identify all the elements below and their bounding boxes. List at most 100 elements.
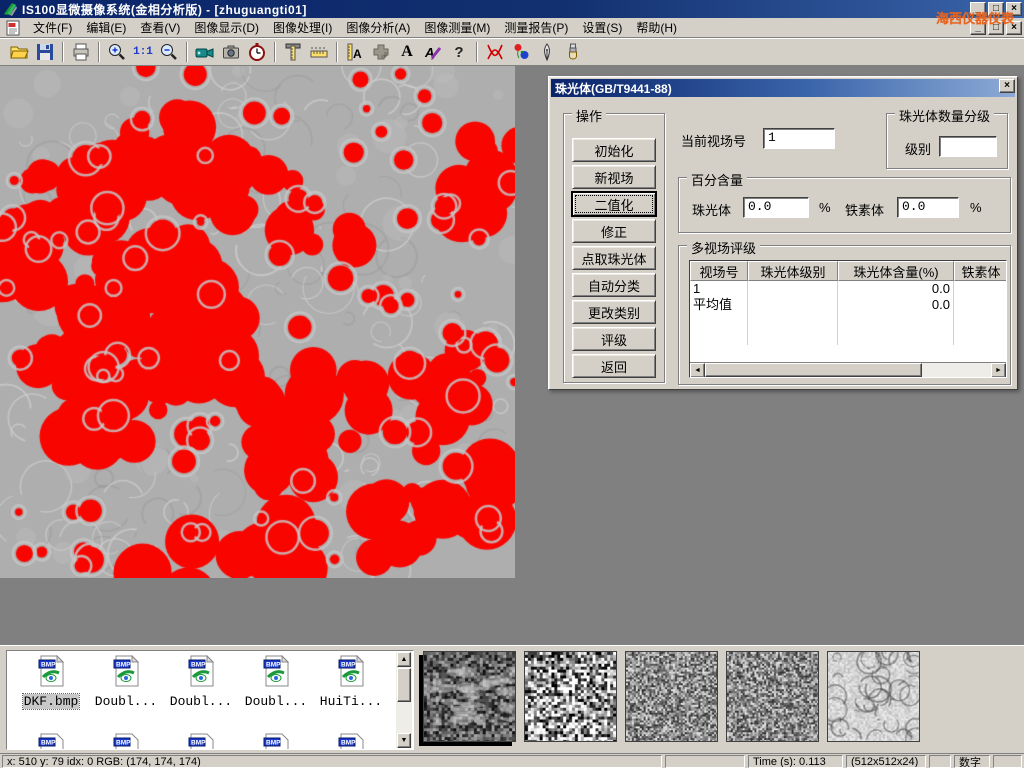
- file-item-partial[interactable]: BMP: [90, 733, 162, 750]
- menu-measure-report[interactable]: 测量报告(P): [497, 17, 575, 38]
- menu-view[interactable]: 查看(V): [133, 17, 187, 38]
- scroll-up-button[interactable]: ▲: [397, 652, 411, 667]
- file-item[interactable]: BMP Doubl...: [90, 655, 162, 710]
- col-level[interactable]: 珠光体级别: [748, 261, 838, 281]
- file-item[interactable]: BMP DKF.bmp: [15, 655, 87, 710]
- ferrite-unit: %: [970, 200, 982, 215]
- thumbnail-1[interactable]: [423, 651, 516, 742]
- bmp-file-icon: BMP: [112, 655, 140, 687]
- pick-pearlite-button[interactable]: 点取珠光体: [572, 246, 656, 270]
- print-icon[interactable]: [68, 40, 94, 64]
- title-bar: IS100显微摄像系统(金相分析版) - [zhuguangti01] _ □ …: [0, 0, 1024, 18]
- scroll-track[interactable]: [705, 363, 991, 377]
- dialog-title-bar[interactable]: 珠光体(GB/T9441-88): [551, 79, 1015, 97]
- auto-classify-button[interactable]: 自动分类: [572, 273, 656, 297]
- help-icon[interactable]: ?: [446, 40, 472, 64]
- file-item-partial[interactable]: BMP: [165, 733, 237, 750]
- file-item-partial[interactable]: BMP: [15, 733, 87, 750]
- file-item[interactable]: BMP Doubl...: [240, 655, 312, 710]
- menu-help[interactable]: 帮助(H): [629, 17, 684, 38]
- toolbar-separator: [336, 42, 338, 62]
- scroll-thumb[interactable]: [705, 363, 922, 377]
- return-button[interactable]: 返回: [572, 354, 656, 378]
- table-row[interactable]: 平均值 0.0: [690, 297, 1006, 313]
- level-input[interactable]: [939, 136, 997, 157]
- actual-size-icon[interactable]: 1:1: [130, 40, 156, 64]
- menu-image-processing[interactable]: 图像处理(I): [266, 17, 339, 38]
- file-name[interactable]: Doubl...: [94, 694, 158, 709]
- thumbnail-5[interactable]: [827, 651, 920, 742]
- ferrite-value-input[interactable]: 0.0: [897, 197, 959, 218]
- measure-text-icon[interactable]: A: [342, 40, 368, 64]
- bottom-panel: BMP DKF.bmp BMP Doubl... BMP: [0, 645, 1024, 753]
- scroll-down-button[interactable]: ▼: [397, 733, 411, 748]
- binarize-button[interactable]: 二值化: [572, 192, 656, 216]
- svg-text:BMP: BMP: [41, 662, 56, 669]
- file-item[interactable]: BMP HuiTi...: [315, 655, 387, 710]
- col-field[interactable]: 视场号: [690, 261, 748, 281]
- status-panel-empty: [993, 755, 1022, 768]
- file-item-partial[interactable]: BMP: [240, 733, 312, 750]
- brush-icon[interactable]: [560, 40, 586, 64]
- thumbnail-3[interactable]: [625, 651, 718, 742]
- color-markers-icon[interactable]: [508, 40, 534, 64]
- zoom-in-icon[interactable]: [104, 40, 130, 64]
- ruler-horizontal-icon[interactable]: [306, 40, 332, 64]
- toolbar-separator: [274, 42, 276, 62]
- file-browser-vscrollbar[interactable]: ▲ ▼: [396, 652, 412, 748]
- open-file-icon[interactable]: [6, 40, 32, 64]
- status-bar: x: 510 y: 79 idx: 0 RGB: (174, 174, 174)…: [0, 753, 1024, 768]
- save-icon[interactable]: [32, 40, 58, 64]
- scroll-thumb[interactable]: [397, 668, 411, 702]
- timer-icon[interactable]: [244, 40, 270, 64]
- zoom-out-icon[interactable]: [156, 40, 182, 64]
- menu-image-display[interactable]: 图像显示(D): [187, 17, 266, 38]
- caliper-vertical-icon[interactable]: [280, 40, 306, 64]
- file-name[interactable]: DKF.bmp: [23, 694, 80, 709]
- file-name[interactable]: Doubl...: [244, 694, 308, 709]
- bmp-file-icon: BMP: [187, 733, 215, 750]
- col-ferrite[interactable]: 铁素体: [954, 261, 1007, 281]
- thumbnail-4[interactable]: [726, 651, 819, 742]
- operations-group: 操作 初始化 新视场 二值化 修正 点取珠光体 自动分类 更改类别 评级 返回: [563, 113, 665, 383]
- correct-button[interactable]: 修正: [572, 219, 656, 243]
- bmp-file-icon: BMP: [112, 733, 140, 750]
- change-class-button[interactable]: 更改类别: [572, 300, 656, 324]
- file-item[interactable]: BMP Doubl...: [165, 655, 237, 710]
- photo-camera-icon[interactable]: [218, 40, 244, 64]
- pearlite-value-input[interactable]: 0.0: [743, 197, 809, 218]
- current-field-input[interactable]: 1: [763, 128, 835, 149]
- col-pearlite[interactable]: 珠光体含量(%): [838, 261, 954, 281]
- annotate-icon[interactable]: A: [420, 40, 446, 64]
- file-name[interactable]: HuiTi...: [319, 694, 383, 709]
- grid-cross-icon[interactable]: [368, 40, 394, 64]
- text-icon[interactable]: A: [394, 40, 420, 64]
- file-name[interactable]: Doubl...: [169, 694, 233, 709]
- scroll-right-button[interactable]: ►: [991, 363, 1006, 378]
- pearlite-unit: %: [819, 200, 831, 215]
- video-camera-icon[interactable]: [192, 40, 218, 64]
- new-field-button[interactable]: 新视场: [572, 165, 656, 189]
- toolbar-separator: [476, 42, 478, 62]
- menu-bar: 文件(F) 编辑(E) 查看(V) 图像显示(D) 图像处理(I) 图像分析(A…: [0, 18, 1024, 38]
- init-button[interactable]: 初始化: [572, 138, 656, 162]
- menu-settings[interactable]: 设置(S): [575, 17, 629, 38]
- table-row[interactable]: 1 0.0: [690, 281, 1006, 297]
- curve-tool-icon[interactable]: [482, 40, 508, 64]
- table-hscrollbar[interactable]: ◄ ►: [690, 362, 1006, 377]
- grade-button[interactable]: 评级: [572, 327, 656, 351]
- window-title: IS100显微摄像系统(金相分析版) - [zhuguangti01]: [22, 1, 307, 18]
- file-browser: BMP DKF.bmp BMP Doubl... BMP: [6, 650, 414, 750]
- file-item-partial[interactable]: BMP: [315, 733, 387, 750]
- pen-icon[interactable]: [534, 40, 560, 64]
- micrograph-image[interactable]: [0, 66, 515, 578]
- menu-image-measure[interactable]: 图像测量(M): [417, 17, 497, 38]
- menu-image-analysis[interactable]: 图像分析(A): [339, 17, 417, 38]
- percent-group-label: 百分含量: [687, 170, 747, 189]
- operations-group-label: 操作: [572, 106, 606, 125]
- menu-file[interactable]: 文件(F): [26, 17, 79, 38]
- menu-edit[interactable]: 编辑(E): [79, 17, 133, 38]
- thumbnail-2[interactable]: [524, 651, 617, 742]
- dialog-close-button[interactable]: ×: [999, 79, 1015, 93]
- scroll-left-button[interactable]: ◄: [690, 363, 705, 378]
